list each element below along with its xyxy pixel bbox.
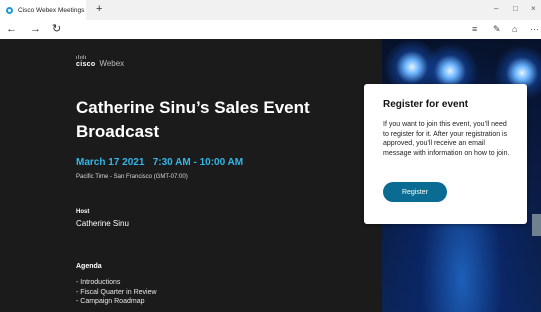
register-card-title: Register for event xyxy=(383,99,469,110)
logo-brand: cisco xyxy=(76,61,96,68)
stage-decoration xyxy=(532,214,541,236)
agenda-label: Agenda xyxy=(76,263,102,270)
reading-list-icon[interactable]: ≡ xyxy=(472,23,477,35)
host-name: Catherine Sinu xyxy=(76,219,129,228)
close-icon[interactable]: × xyxy=(531,4,536,14)
maximize-icon[interactable]: □ xyxy=(513,4,518,14)
new-tab-button[interactable]: + xyxy=(96,3,102,16)
webex-favicon-icon xyxy=(6,6,13,14)
event-info-panel: ılıılı cisco Webex Catherine Sinu’s Sale… xyxy=(0,39,382,312)
event-title: Catherine Sinu’s Sales Event Broadcast xyxy=(76,98,310,141)
browser-tab-bar: Cisco Webex Meetings + – □ × xyxy=(0,0,541,20)
more-icon[interactable]: ··· xyxy=(530,23,539,35)
agenda-list: - Introductions - Fiscal Quarter in Revi… xyxy=(76,278,157,307)
cisco-webex-logo: ılıılı cisco Webex xyxy=(76,56,125,69)
forward-icon[interactable]: → xyxy=(30,22,41,36)
refresh-icon[interactable]: ↻ xyxy=(52,22,61,36)
agenda-item: - Introductions xyxy=(76,279,121,286)
share-icon[interactable]: ⌂ xyxy=(512,23,517,35)
browser-tab[interactable]: Cisco Webex Meetings xyxy=(0,0,86,20)
register-card: Register for event If you want to join t… xyxy=(364,84,527,224)
event-timezone: Pacific Time - San Francisco (GMT-07:00) xyxy=(76,174,188,180)
register-card-body: If you want to join this event, you’ll n… xyxy=(383,121,510,157)
minimize-icon[interactable]: – xyxy=(494,4,498,14)
tab-title: Cisco Webex Meetings xyxy=(18,6,85,14)
agenda-item: - Campaign Roadmap xyxy=(76,298,145,305)
notes-icon[interactable]: ✎ xyxy=(493,23,501,35)
register-button[interactable]: Register xyxy=(383,182,447,202)
agenda-item: - Fiscal Quarter in Review xyxy=(76,288,157,296)
logo-product: Webex xyxy=(99,59,125,68)
event-date: March 17 2021 7:30 AM - 10:00 AM xyxy=(76,157,244,168)
back-icon[interactable]: ← xyxy=(6,22,17,36)
browser-nav-bar: ← → ↻ ≡ ✎ ⌂ ··· xyxy=(0,20,541,39)
host-label: Host xyxy=(76,209,90,215)
